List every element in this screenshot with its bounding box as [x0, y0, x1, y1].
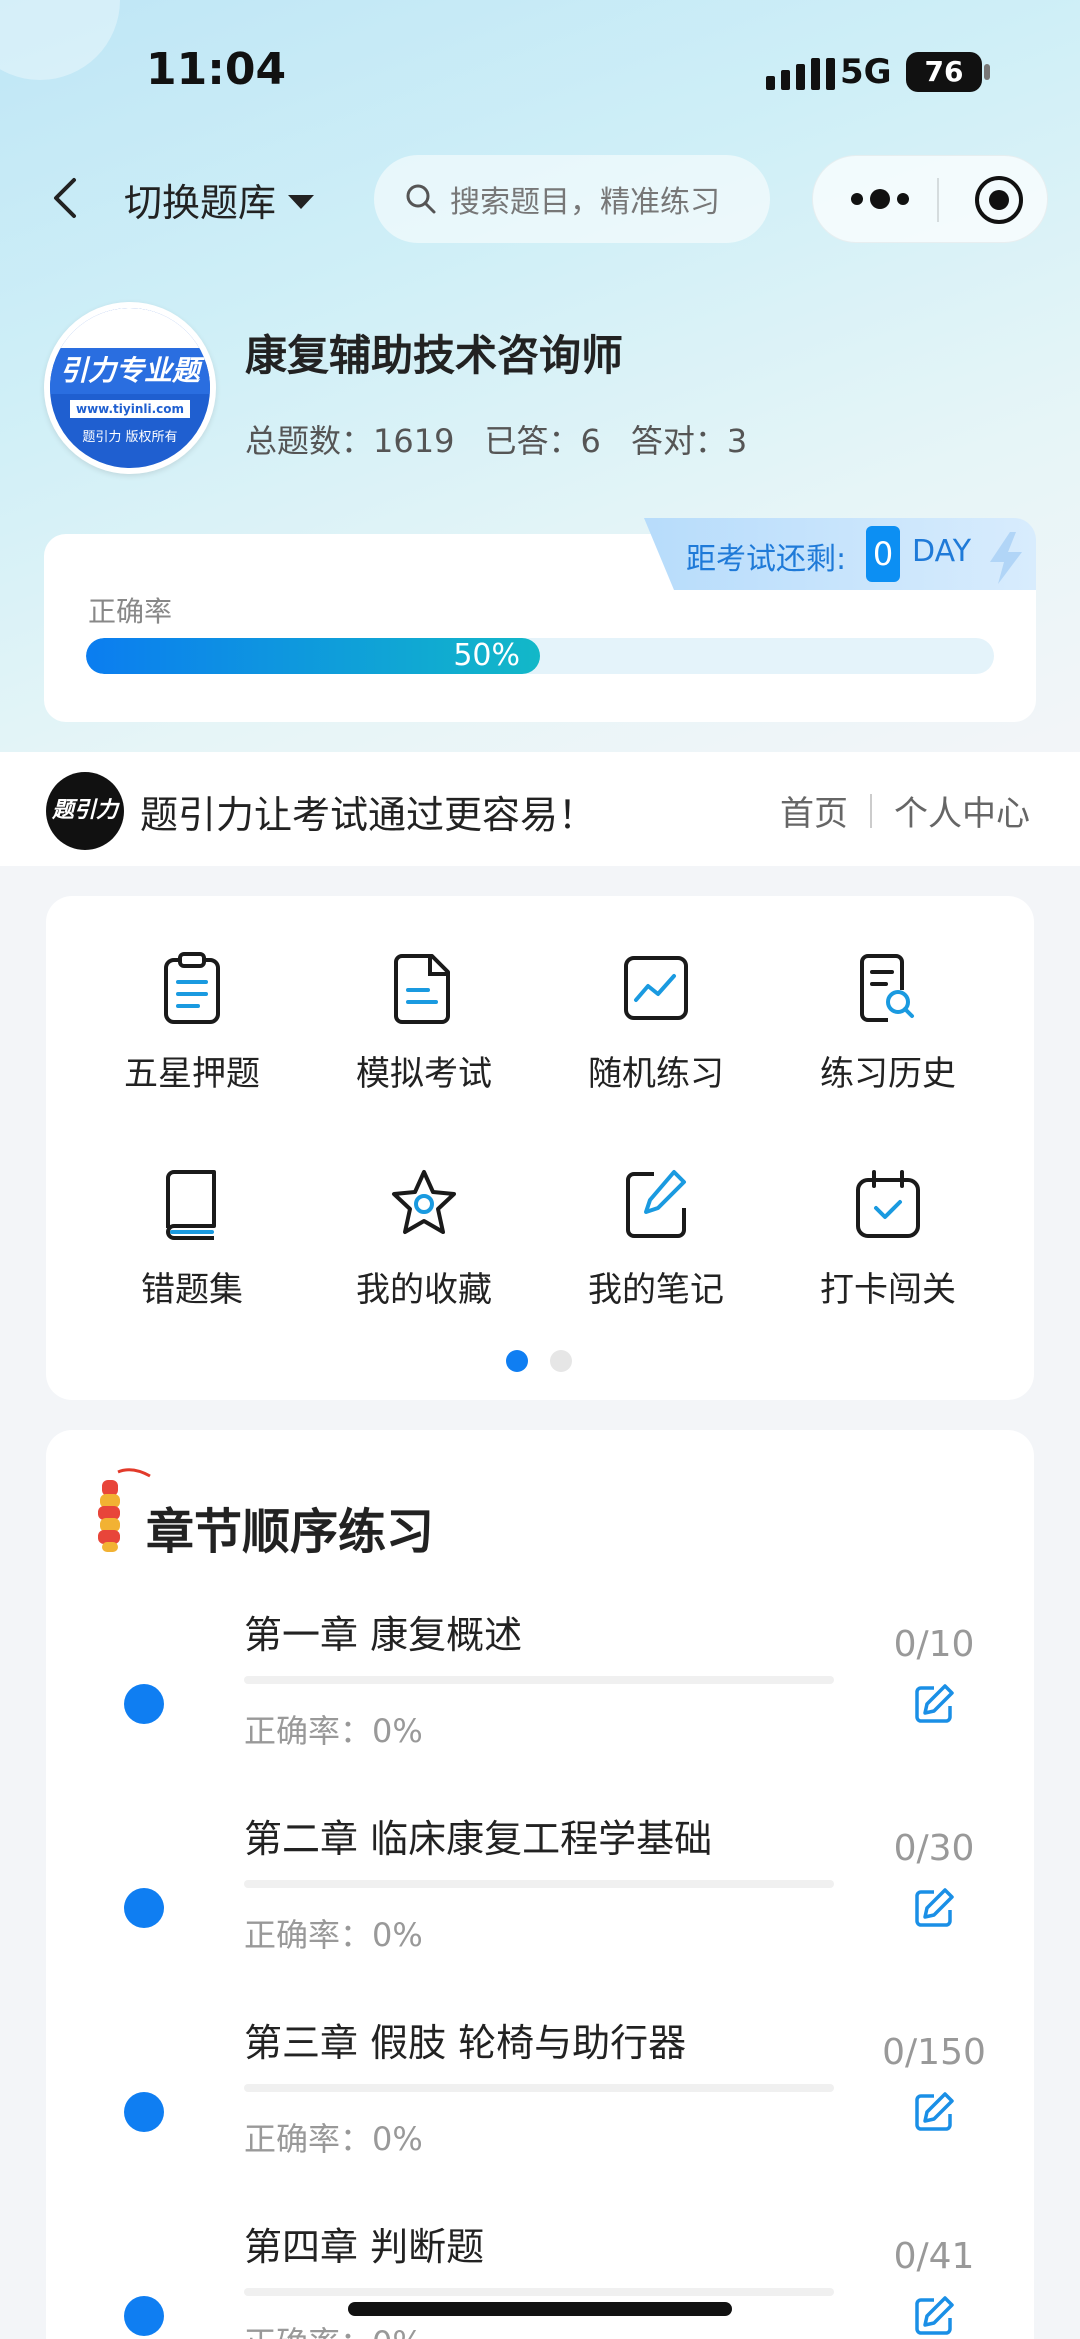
edit-icon[interactable] [912, 2090, 956, 2134]
chapter-accuracy: 正确率：0% [244, 2120, 423, 2158]
feature-pager[interactable] [506, 1350, 572, 1372]
logo-text: 引力专业题 [50, 348, 210, 394]
chapter-dot [124, 1888, 164, 1928]
chapter-dot [124, 2296, 164, 2336]
feature-five-star[interactable]: 五星押题 [76, 950, 308, 1130]
edit-icon[interactable] [912, 2294, 956, 2338]
chapter-progress [244, 1880, 834, 1888]
chapter-dot [124, 1684, 164, 1724]
chapter-accuracy: 正确率：0% [244, 1712, 423, 1750]
accuracy-label: 正确率 [88, 595, 173, 628]
chapter-count: 0/30 [893, 1828, 975, 1869]
close-target-icon[interactable] [973, 174, 1025, 226]
accuracy-progress-bar: 50% [86, 638, 994, 674]
edit-icon[interactable] [912, 1682, 956, 1726]
feature-favorites[interactable]: 我的收藏 [308, 1166, 540, 1346]
feature-label: 随机练习 [588, 1054, 724, 1094]
home-indicator [348, 2302, 732, 2316]
logo-url: www.tiyinli.com [70, 400, 190, 418]
feature-label: 五星押题 [124, 1054, 260, 1094]
feature-mock-exam[interactable]: 模拟考试 [308, 950, 540, 1130]
feature-label: 练习历史 [820, 1054, 956, 1094]
link-profile[interactable]: 个人中心 [894, 786, 1030, 835]
course-logo: 引力专业题 www.tiyinli.com 题引力 版权所有 [44, 302, 216, 474]
chapter-count: 0/10 [893, 1624, 975, 1665]
top-links: 首页 个人中心 [780, 786, 1030, 835]
search-bar[interactable]: 搜索题目，精准练习 [374, 155, 770, 243]
feature-wrong-questions[interactable]: 错题集 [76, 1166, 308, 1346]
trend-chart-icon [624, 956, 688, 1020]
countdown-days: 0 [866, 526, 900, 582]
chapter-name: 第二章 临床康复工程学基础 [244, 1817, 713, 1861]
clipboard-icon [164, 952, 220, 1024]
stat-correct: 答对：3 [630, 422, 748, 460]
chapter-accuracy: 正确率：0% [244, 2318, 423, 2339]
countdown-unit: DAY [912, 534, 972, 569]
search-icon [406, 184, 436, 214]
feature-random-practice[interactable]: 随机练习 [540, 950, 772, 1130]
star-icon [392, 1170, 456, 1234]
chapter-count: 0/150 [882, 2032, 986, 2073]
feature-label: 错题集 [141, 1270, 243, 1310]
edit-icon[interactable] [912, 1886, 956, 1930]
status-bar: 11:04 5G 76 [0, 0, 1080, 140]
chapter-progress [244, 1676, 834, 1684]
caret-down-icon [288, 194, 315, 209]
mini-program-capsule [812, 155, 1048, 243]
section-title: 章节顺序练习 [146, 1504, 435, 1560]
edit-note-icon [626, 1170, 686, 1238]
chapter-name: 第三章 假肢 轮椅与助行器 [244, 2021, 687, 2065]
chapter-progress [244, 2288, 834, 2296]
pager-dot[interactable] [550, 1350, 572, 1372]
back-arrow-icon[interactable] [44, 170, 84, 226]
chapter-item[interactable]: 第四章 判断题 正确率：0% 0/41 [0, 2216, 1080, 2339]
chapter-item[interactable]: 第三章 假肢 轮椅与助行器 正确率：0% 0/150 [0, 2012, 1080, 2192]
logo-copyright: 题引力 版权所有 [82, 430, 178, 445]
switch-library-button[interactable]: 切换题库 [124, 172, 315, 227]
page: 11:04 5G 76 切换题库 搜索题目，精准练习 引力专业题 www.tiy… [0, 0, 1080, 2339]
more-options-icon[interactable] [851, 189, 909, 209]
accuracy-percent: 50% [453, 638, 520, 673]
chapter-item[interactable]: 第二章 临床康复工程学基础 正确率：0% 0/30 [0, 1808, 1080, 1988]
battery-icon: 76 [906, 52, 982, 92]
switch-library-label: 切换题库 [124, 181, 277, 225]
status-time: 11:04 [146, 44, 287, 95]
chapter-progress [244, 2084, 834, 2092]
feature-label: 打卡闯关 [820, 1270, 956, 1310]
search-document-icon [860, 954, 914, 1022]
countdown-label: 距考试还剩: [686, 542, 847, 577]
chapter-name: 第一章 康复概述 [244, 1613, 523, 1657]
document-icon [394, 954, 450, 1024]
feature-label: 模拟考试 [356, 1054, 492, 1094]
chapter-item[interactable]: 第一章 康复概述 正确率：0% 0/10 [0, 1604, 1080, 1784]
battery-tip [984, 64, 990, 80]
feature-check-in[interactable]: 打卡闯关 [772, 1166, 1004, 1346]
stat-total: 总题数：1619 [245, 422, 455, 460]
feature-history[interactable]: 练习历史 [772, 950, 1004, 1130]
chapter-name: 第四章 判断题 [244, 2225, 485, 2269]
feature-label: 我的收藏 [356, 1270, 492, 1310]
exam-countdown: 距考试还剩: 0 DAY [644, 518, 1036, 590]
chapter-dot [124, 2092, 164, 2132]
network-label: 5G [840, 52, 892, 92]
lightning-icon [990, 532, 1022, 584]
accuracy-progress-fill: 50% [86, 638, 540, 674]
brand-logo: 题引力 [46, 772, 124, 850]
search-placeholder: 搜索题目，精准练习 [450, 185, 720, 220]
feature-notes[interactable]: 我的笔记 [540, 1166, 772, 1346]
calendar-check-icon [856, 1170, 920, 1238]
feature-label: 我的笔记 [588, 1270, 724, 1310]
course-title: 康复辅助技术咨询师 [245, 331, 624, 380]
book-icon [166, 1170, 216, 1240]
stat-answered: 已答：6 [484, 422, 601, 460]
chapter-count: 0/41 [893, 2236, 975, 2277]
slogan-strip: 题引力 题引力让考试通过更容易！ 首页 个人中心 [0, 752, 1080, 866]
link-home[interactable]: 首页 [780, 786, 848, 835]
course-stats: 总题数：1619 已答：6 答对：3 [245, 416, 747, 462]
slogan-text: 题引力让考试通过更容易！ [140, 793, 597, 837]
signal-icon [766, 58, 835, 90]
chapter-accuracy: 正确率：0% [244, 1916, 423, 1954]
pager-dot[interactable] [506, 1350, 528, 1372]
